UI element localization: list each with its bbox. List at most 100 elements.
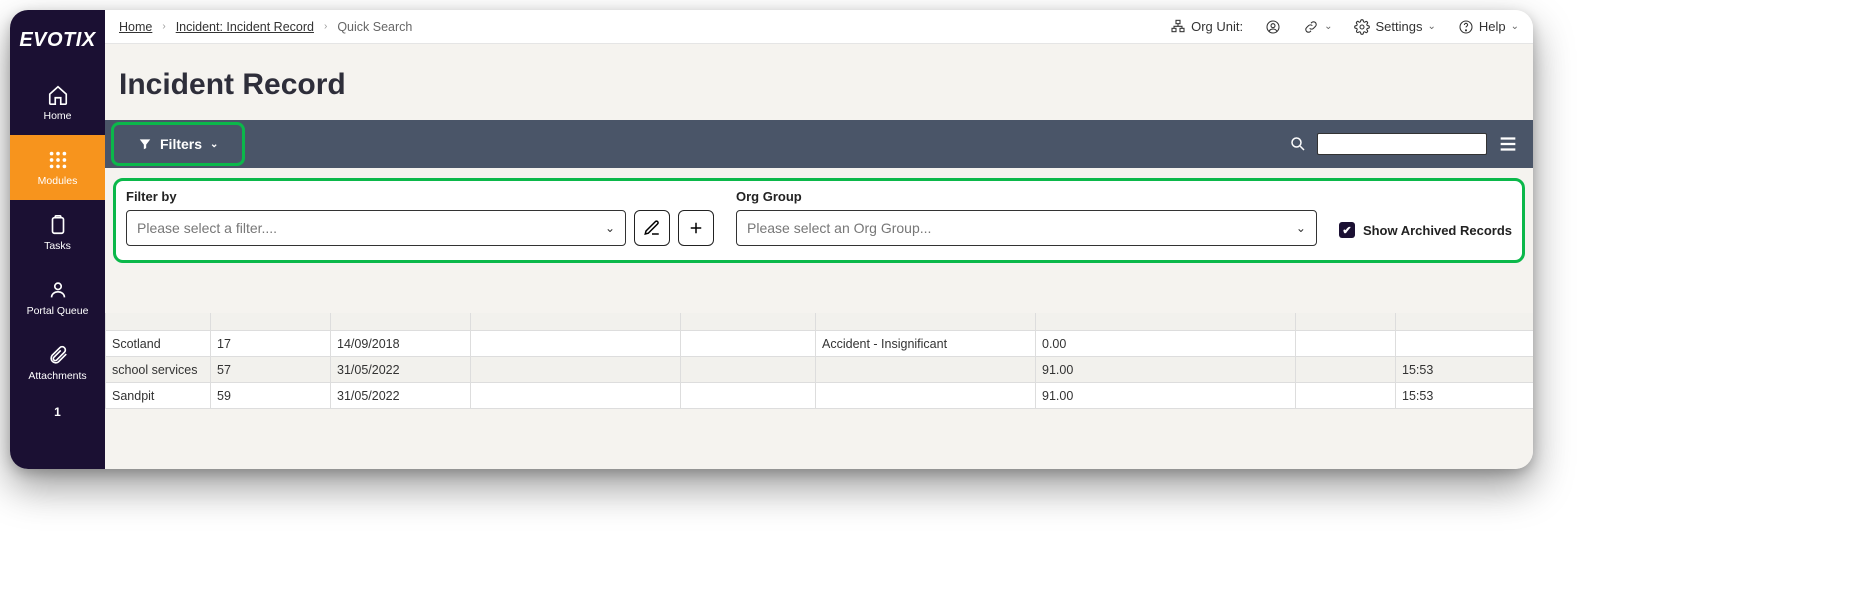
user-profile-button[interactable] <box>1265 19 1281 35</box>
help-label: Help <box>1479 19 1506 34</box>
paperclip-icon <box>47 344 69 366</box>
table-cell: 0.00 <box>1036 331 1296 357</box>
table-cell <box>1296 357 1396 383</box>
org-group-group: Org Group Please select an Org Group... … <box>736 189 1317 246</box>
table-cell: 31/05/2022 <box>331 357 471 383</box>
filter-by-placeholder: Please select a filter.... <box>137 220 277 236</box>
show-archived-toggle[interactable]: ✔ Show Archived Records <box>1339 222 1512 246</box>
archived-label: Show Archived Records <box>1363 223 1512 238</box>
table-cell <box>816 357 1036 383</box>
table-cell <box>211 313 331 331</box>
table-cell: 59 <box>211 383 331 409</box>
table-cell <box>1296 313 1396 331</box>
help-circle-icon <box>1458 19 1474 35</box>
table-cell <box>816 313 1036 331</box>
org-unit-selector[interactable]: Org Unit: <box>1170 19 1243 35</box>
checkbox-checked-icon: ✔ <box>1339 222 1355 238</box>
sidebar-footer-number: 1 <box>10 395 105 423</box>
table-cell: school services <box>106 357 211 383</box>
table-row[interactable]: ⌄ <box>106 313 1534 331</box>
topbar: Home › Incident: Incident Record › Quick… <box>105 10 1533 44</box>
table-cell: 57 <box>211 357 331 383</box>
table-row[interactable]: school services5731/05/202291.0015:53Lor… <box>106 357 1534 383</box>
table-cell <box>681 357 816 383</box>
search-icon[interactable] <box>1289 135 1307 153</box>
sidebar-item-label: Attachments <box>28 370 86 382</box>
sidebar-item-label: Tasks <box>44 240 71 252</box>
sidebar-tasks[interactable]: Tasks <box>10 200 105 265</box>
table-cell <box>471 331 681 357</box>
brand-logo: EVOTIX <box>10 10 105 70</box>
app-shell: EVOTIX Home Modules Tasks Portal Queue A… <box>10 10 1533 469</box>
breadcrumb-item[interactable]: Incident: Incident Record <box>176 20 314 34</box>
page-title-row: Incident Record <box>105 44 1533 120</box>
sidebar-modules[interactable]: Modules <box>10 135 105 200</box>
user-queue-icon <box>47 279 69 301</box>
org-group-select[interactable]: Please select an Org Group... ⌄ <box>736 210 1317 246</box>
filters-button-label: Filters <box>160 136 202 152</box>
table-cell: 91.00 <box>1036 357 1296 383</box>
table-cell <box>681 331 816 357</box>
breadcrumb: Home › Incident: Incident Record › Quick… <box>119 20 412 34</box>
chevron-down-icon: ⌄ <box>1324 21 1332 32</box>
table-cell <box>816 383 1036 409</box>
sidebar-portal-queue[interactable]: Portal Queue <box>10 265 105 330</box>
filter-by-group: Filter by Please select a filter.... ⌄ <box>126 189 714 246</box>
settings-button[interactable]: Settings ⌄ <box>1354 19 1435 35</box>
table-cell: Scotland <box>106 331 211 357</box>
funnel-icon <box>138 137 152 151</box>
table-cell: Accident - Insignificant <box>816 331 1036 357</box>
chevron-right-icon: › <box>324 21 327 32</box>
table-cell <box>471 313 681 331</box>
home-icon <box>47 84 69 106</box>
plus-icon <box>687 219 705 237</box>
org-unit-label: Org Unit: <box>1191 19 1243 34</box>
table-cell <box>681 313 816 331</box>
toolbar-right <box>1289 133 1527 155</box>
table-cell <box>471 383 681 409</box>
search-input[interactable] <box>1317 133 1487 155</box>
org-group-placeholder: Please select an Org Group... <box>747 220 931 236</box>
table-cell: 14/09/2018 <box>331 331 471 357</box>
share-link-button[interactable]: ⌄ <box>1303 19 1332 35</box>
chevron-right-icon: › <box>162 21 165 32</box>
filters-toggle-button[interactable]: Filters ⌄ <box>111 122 245 166</box>
gear-icon <box>1354 19 1370 35</box>
table-cell: 91.00 <box>1036 383 1296 409</box>
link-icon <box>1303 19 1319 35</box>
results-table-wrap: ⌄Scotland1714/09/2018 Accident - Insignif… <box>105 313 1533 409</box>
chevron-down-icon: ⌄ <box>1296 221 1306 235</box>
hamburger-menu-icon[interactable] <box>1497 133 1519 155</box>
edit-icon <box>643 219 661 237</box>
chevron-down-icon: ⌄ <box>210 139 218 150</box>
sidebar-attachments[interactable]: Attachments <box>10 330 105 395</box>
table-cell <box>471 357 681 383</box>
add-filter-button[interactable] <box>678 210 714 246</box>
filter-panel: Filter by Please select a filter.... ⌄ O… <box>113 178 1525 263</box>
table-cell <box>1296 331 1396 357</box>
modules-grid-icon <box>47 149 69 171</box>
sidebar-item-label: Home <box>43 110 71 122</box>
filter-toolbar: Filters ⌄ <box>105 120 1533 168</box>
sidebar-home[interactable]: Home <box>10 70 105 135</box>
filter-by-select[interactable]: Please select a filter.... ⌄ <box>126 210 626 246</box>
edit-filter-button[interactable] <box>634 210 670 246</box>
breadcrumb-item[interactable]: Home <box>119 20 152 34</box>
table-row[interactable]: Sandpit5931/05/202291.0015:53Loremipsum⌄ <box>106 383 1534 409</box>
table-cell: Sandpit <box>106 383 211 409</box>
table-cell: 17 <box>211 331 331 357</box>
table-cell <box>331 313 471 331</box>
table-row[interactable]: Scotland1714/09/2018 Accident - Insignifi… <box>106 331 1534 357</box>
settings-label: Settings <box>1375 19 1422 34</box>
table-cell: 15:53 <box>1396 383 1534 409</box>
filter-by-label: Filter by <box>126 189 714 204</box>
table-cell <box>681 383 816 409</box>
user-circle-icon <box>1265 19 1281 35</box>
table-cell <box>1396 313 1534 331</box>
org-unit-icon <box>1170 19 1186 35</box>
breadcrumb-item: Quick Search <box>337 20 412 34</box>
top-actions: Org Unit: ⌄ Settings ⌄ Help ⌄ <box>1170 19 1519 35</box>
help-button[interactable]: Help ⌄ <box>1458 19 1519 35</box>
table-cell <box>1296 383 1396 409</box>
sidebar-item-label: Portal Queue <box>27 305 89 317</box>
